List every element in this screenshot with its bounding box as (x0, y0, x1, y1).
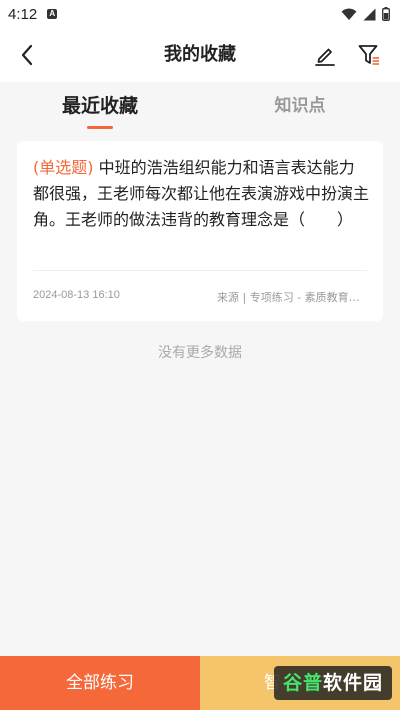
question-source: 来源 | 专项练习 - 素质教育理念 (217, 291, 367, 304)
wifi-icon (341, 8, 357, 20)
practice-all-button[interactable]: 全部练习 (0, 656, 200, 710)
pencil-icon (315, 48, 335, 66)
question-text: (单选题) 中班的浩浩组织能力和语言表达能力都很强，王老师每次都让他在表演游戏中… (33, 155, 369, 233)
status-time: 4:12 (8, 5, 38, 23)
filter-icon (358, 45, 379, 65)
tab-knowledge-points[interactable]: 知识点 (200, 82, 400, 134)
secondary-practice-button[interactable]: 智 谷普 软件园 (200, 656, 400, 710)
status-icons (341, 7, 390, 21)
page-title: 我的收藏 (164, 44, 236, 65)
favorite-date: 2024-08-13 16:10 (33, 289, 120, 301)
edit-button[interactable] (312, 42, 338, 68)
no-more-data-text: 没有更多数据 (158, 345, 242, 361)
tab-bar: 最近收藏 知识点 (0, 82, 400, 134)
favorite-question-card[interactable]: (单选题) 中班的浩浩组织能力和语言表达能力都很强，王老师每次都让他在表演游戏中… (17, 141, 383, 321)
cellular-signal-icon (363, 8, 376, 20)
back-button[interactable] (14, 42, 40, 68)
watermark-text-part1: 谷普 (282, 672, 323, 694)
status-bar: 4:12 A (0, 0, 400, 28)
bottom-action-bar: 全部练习 智 谷普 软件园 (0, 656, 400, 710)
question-type-label: (单选题) (33, 158, 94, 177)
watermark-overlay: 谷普 软件园 (274, 666, 392, 700)
battery-icon (382, 7, 390, 21)
watermark-text-part2: 软件园 (323, 672, 384, 694)
notification-app-icon: A (47, 9, 58, 19)
filter-button[interactable] (356, 42, 382, 68)
nav-bar: 我的收藏 (0, 28, 400, 82)
active-tab-indicator (87, 126, 113, 129)
chevron-left-icon (21, 44, 33, 66)
card-divider (33, 270, 367, 271)
